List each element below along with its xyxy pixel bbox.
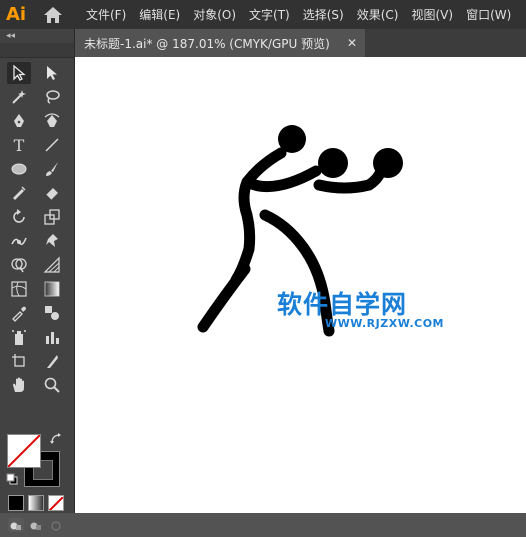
- pen-tool-icon[interactable]: [7, 110, 31, 132]
- paintbrush-tool-icon[interactable]: [40, 158, 64, 180]
- type-tool-glyph: T: [13, 135, 25, 155]
- type-tool-icon[interactable]: T: [7, 134, 31, 156]
- shaper-tool-icon[interactable]: [7, 182, 31, 204]
- eraser-tool-icon[interactable]: [40, 182, 64, 204]
- document-tab[interactable]: 未标题-1.ai* @ 187.01% (CMYK/GPU 预览) ✕: [75, 29, 365, 57]
- color-mode-button[interactable]: [8, 495, 24, 511]
- draw-inside-glyph: [51, 521, 61, 531]
- scale-tool-icon[interactable]: [40, 206, 64, 228]
- hand-tool-icon[interactable]: [7, 374, 31, 396]
- perspective-grid-tool-icon[interactable]: [40, 254, 64, 276]
- gradient-tool-icon[interactable]: [40, 278, 64, 300]
- width-tool-icon[interactable]: [7, 230, 31, 252]
- figure-arm-left: [241, 147, 322, 193]
- rotate-tool-icon[interactable]: [7, 206, 31, 228]
- magic-wand-tool-icon[interactable]: [7, 86, 31, 108]
- figure-leg-left: [197, 263, 251, 333]
- menu-edit[interactable]: 编辑(E): [139, 6, 180, 23]
- menu-bar: Ai 文件(F) 编辑(E) 对象(O) 文字(T) 选择(S) 效果(C) 视…: [0, 0, 526, 29]
- menu-window[interactable]: 窗口(W): [466, 6, 511, 23]
- draw-behind-icon[interactable]: [28, 518, 44, 532]
- none-mode-button[interactable]: [48, 495, 64, 511]
- shape-builder-tool-icon[interactable]: [7, 254, 31, 276]
- menu-file[interactable]: 文件(F): [86, 6, 126, 23]
- default-fill-stroke-icon[interactable]: [6, 473, 18, 485]
- artboard-tool-icon[interactable]: [7, 350, 31, 372]
- zoom-tool-icon[interactable]: [40, 374, 64, 396]
- lasso-tool-icon[interactable]: [40, 86, 64, 108]
- direct-selection-tool-icon[interactable]: [40, 62, 64, 84]
- menu-object[interactable]: 对象(O): [193, 6, 236, 23]
- tools-panel: ◂◂ T: [0, 29, 75, 532]
- home-icon[interactable]: [42, 4, 64, 26]
- watermark-url: WWW.RJZXW.COM: [325, 317, 444, 330]
- symbol-sprayer-tool-icon[interactable]: [7, 326, 31, 348]
- puppet-warp-tool-icon[interactable]: [40, 230, 64, 252]
- slice-tool-icon[interactable]: [40, 350, 64, 372]
- watermark-title: 软件自学网: [277, 290, 408, 319]
- watermark: 软件自学网 WWW.RJZXW.COM: [277, 285, 444, 335]
- fill-color-swatch[interactable]: [7, 434, 41, 468]
- selection-tool-icon[interactable]: [7, 62, 31, 84]
- line-segment-tool-icon[interactable]: [40, 134, 64, 156]
- ellipse-tool-icon[interactable]: [7, 158, 31, 180]
- draw-behind-glyph: [30, 522, 41, 530]
- figure-fist-left: [318, 148, 348, 178]
- menu-type[interactable]: 文字(T): [249, 6, 290, 23]
- blend-tool-icon[interactable]: [40, 302, 64, 324]
- draw-normal-icon[interactable]: [8, 518, 24, 532]
- panel-grip[interactable]: [0, 43, 74, 58]
- document-tab-title: 未标题-1.ai* @ 187.01% (CMYK/GPU 预览): [84, 36, 330, 51]
- eyedropper-tool-icon[interactable]: [7, 302, 31, 324]
- none-slash-icon: [8, 435, 40, 467]
- draw-normal-glyph: [10, 522, 21, 530]
- collapse-panel-icon[interactable]: ◂◂: [6, 31, 15, 41]
- menu-select[interactable]: 选择(S): [303, 6, 344, 23]
- artboard-canvas[interactable]: 软件自学网 WWW.RJZXW.COM: [75, 57, 526, 513]
- draw-inside-icon[interactable]: [48, 518, 64, 532]
- curvature-tool-icon[interactable]: [40, 110, 64, 132]
- menu-effect[interactable]: 效果(C): [357, 6, 399, 23]
- mesh-tool-icon[interactable]: [7, 278, 31, 300]
- none-slash-small-icon: [49, 496, 63, 510]
- column-graph-tool-icon[interactable]: [40, 326, 64, 348]
- menu-view[interactable]: 视图(V): [411, 6, 453, 23]
- app-logo: Ai: [6, 3, 27, 25]
- document-tab-bar: 未标题-1.ai* @ 187.01% (CMYK/GPU 预览) ✕: [75, 29, 526, 57]
- swap-fill-stroke-icon[interactable]: [50, 433, 62, 445]
- gradient-mode-button[interactable]: [28, 495, 44, 511]
- close-icon[interactable]: ✕: [347, 36, 357, 50]
